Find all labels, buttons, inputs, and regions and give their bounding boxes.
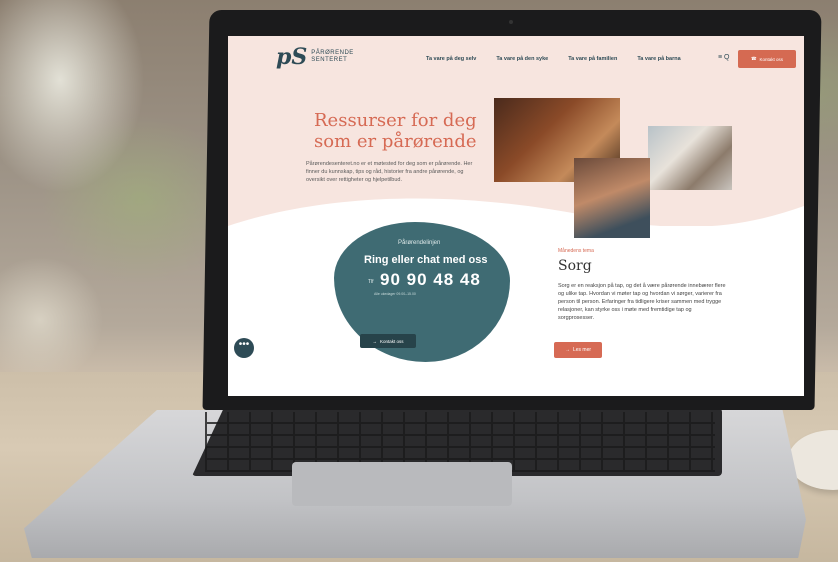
theme-title: Sorg — [558, 258, 592, 274]
opening-hours: Alle ukedager 09.00–15.00 — [374, 292, 416, 296]
read-more-button[interactable]: → Les mer — [554, 342, 602, 358]
arrow-right-icon: → — [372, 338, 377, 344]
laptop-screen: pS PÅRØRENDE SENTERET Ta vare på deg sel… — [228, 36, 804, 396]
site-logo[interactable]: pS PÅRØRENDE SENTERET — [276, 44, 354, 70]
contact-button-top[interactable]: ☎ Kontakt oss — [738, 50, 796, 68]
contact-button-label: Kontakt oss — [379, 338, 404, 344]
theme-text: Sorg er en reaksjon på tap, og det å vær… — [558, 283, 726, 321]
phone-number[interactable]: 90 90 48 48 — [380, 270, 481, 290]
hero-text: Pårørendesenteret.no er et møtested for … — [306, 161, 473, 183]
logo-mark: pS — [276, 44, 308, 70]
contact-button-label: Kontakt oss — [759, 56, 784, 62]
nav-item-family[interactable]: Ta vare på familien — [568, 56, 617, 62]
monthly-theme: Månedens tema Sorg Sorg er en reaksjon p… — [558, 248, 738, 322]
main-nav: Ta vare på deg selv Ta vare på den syke … — [426, 56, 681, 62]
hero-title: Ressurser for deg som er pårørende — [314, 110, 477, 152]
contact-button[interactable]: → Kontakt oss — [360, 334, 416, 348]
phone-icon: ☎ — [750, 56, 757, 61]
menu-search-icon[interactable]: ≡ Q — [718, 54, 729, 61]
read-more-label: Les mer — [572, 347, 592, 353]
nav-item-self[interactable]: Ta vare på deg selv — [426, 56, 476, 62]
chat-icon[interactable]: ••• — [234, 338, 254, 358]
theme-label: Månedens tema — [558, 248, 594, 254]
nav-item-sick[interactable]: Ta vare på den syke — [496, 56, 548, 62]
contact-label: Pårørendelinjen — [398, 240, 441, 246]
photo-hands — [574, 158, 650, 238]
contact-title: Ring eller chat med oss — [364, 254, 488, 266]
phone-prefix: Tlf — [368, 279, 374, 285]
camera-icon — [509, 20, 513, 24]
logo-line-2: SENTERET — [311, 57, 348, 63]
laptop-trackpad — [292, 462, 512, 506]
nav-item-children[interactable]: Ta vare på barna — [637, 56, 680, 62]
logo-text: PÅRØRENDE SENTERET — [311, 50, 354, 64]
photo-elderly-couple — [648, 126, 732, 190]
logo-line-1: PÅRØRENDE — [311, 50, 354, 56]
arrow-right-icon: → — [564, 347, 570, 353]
